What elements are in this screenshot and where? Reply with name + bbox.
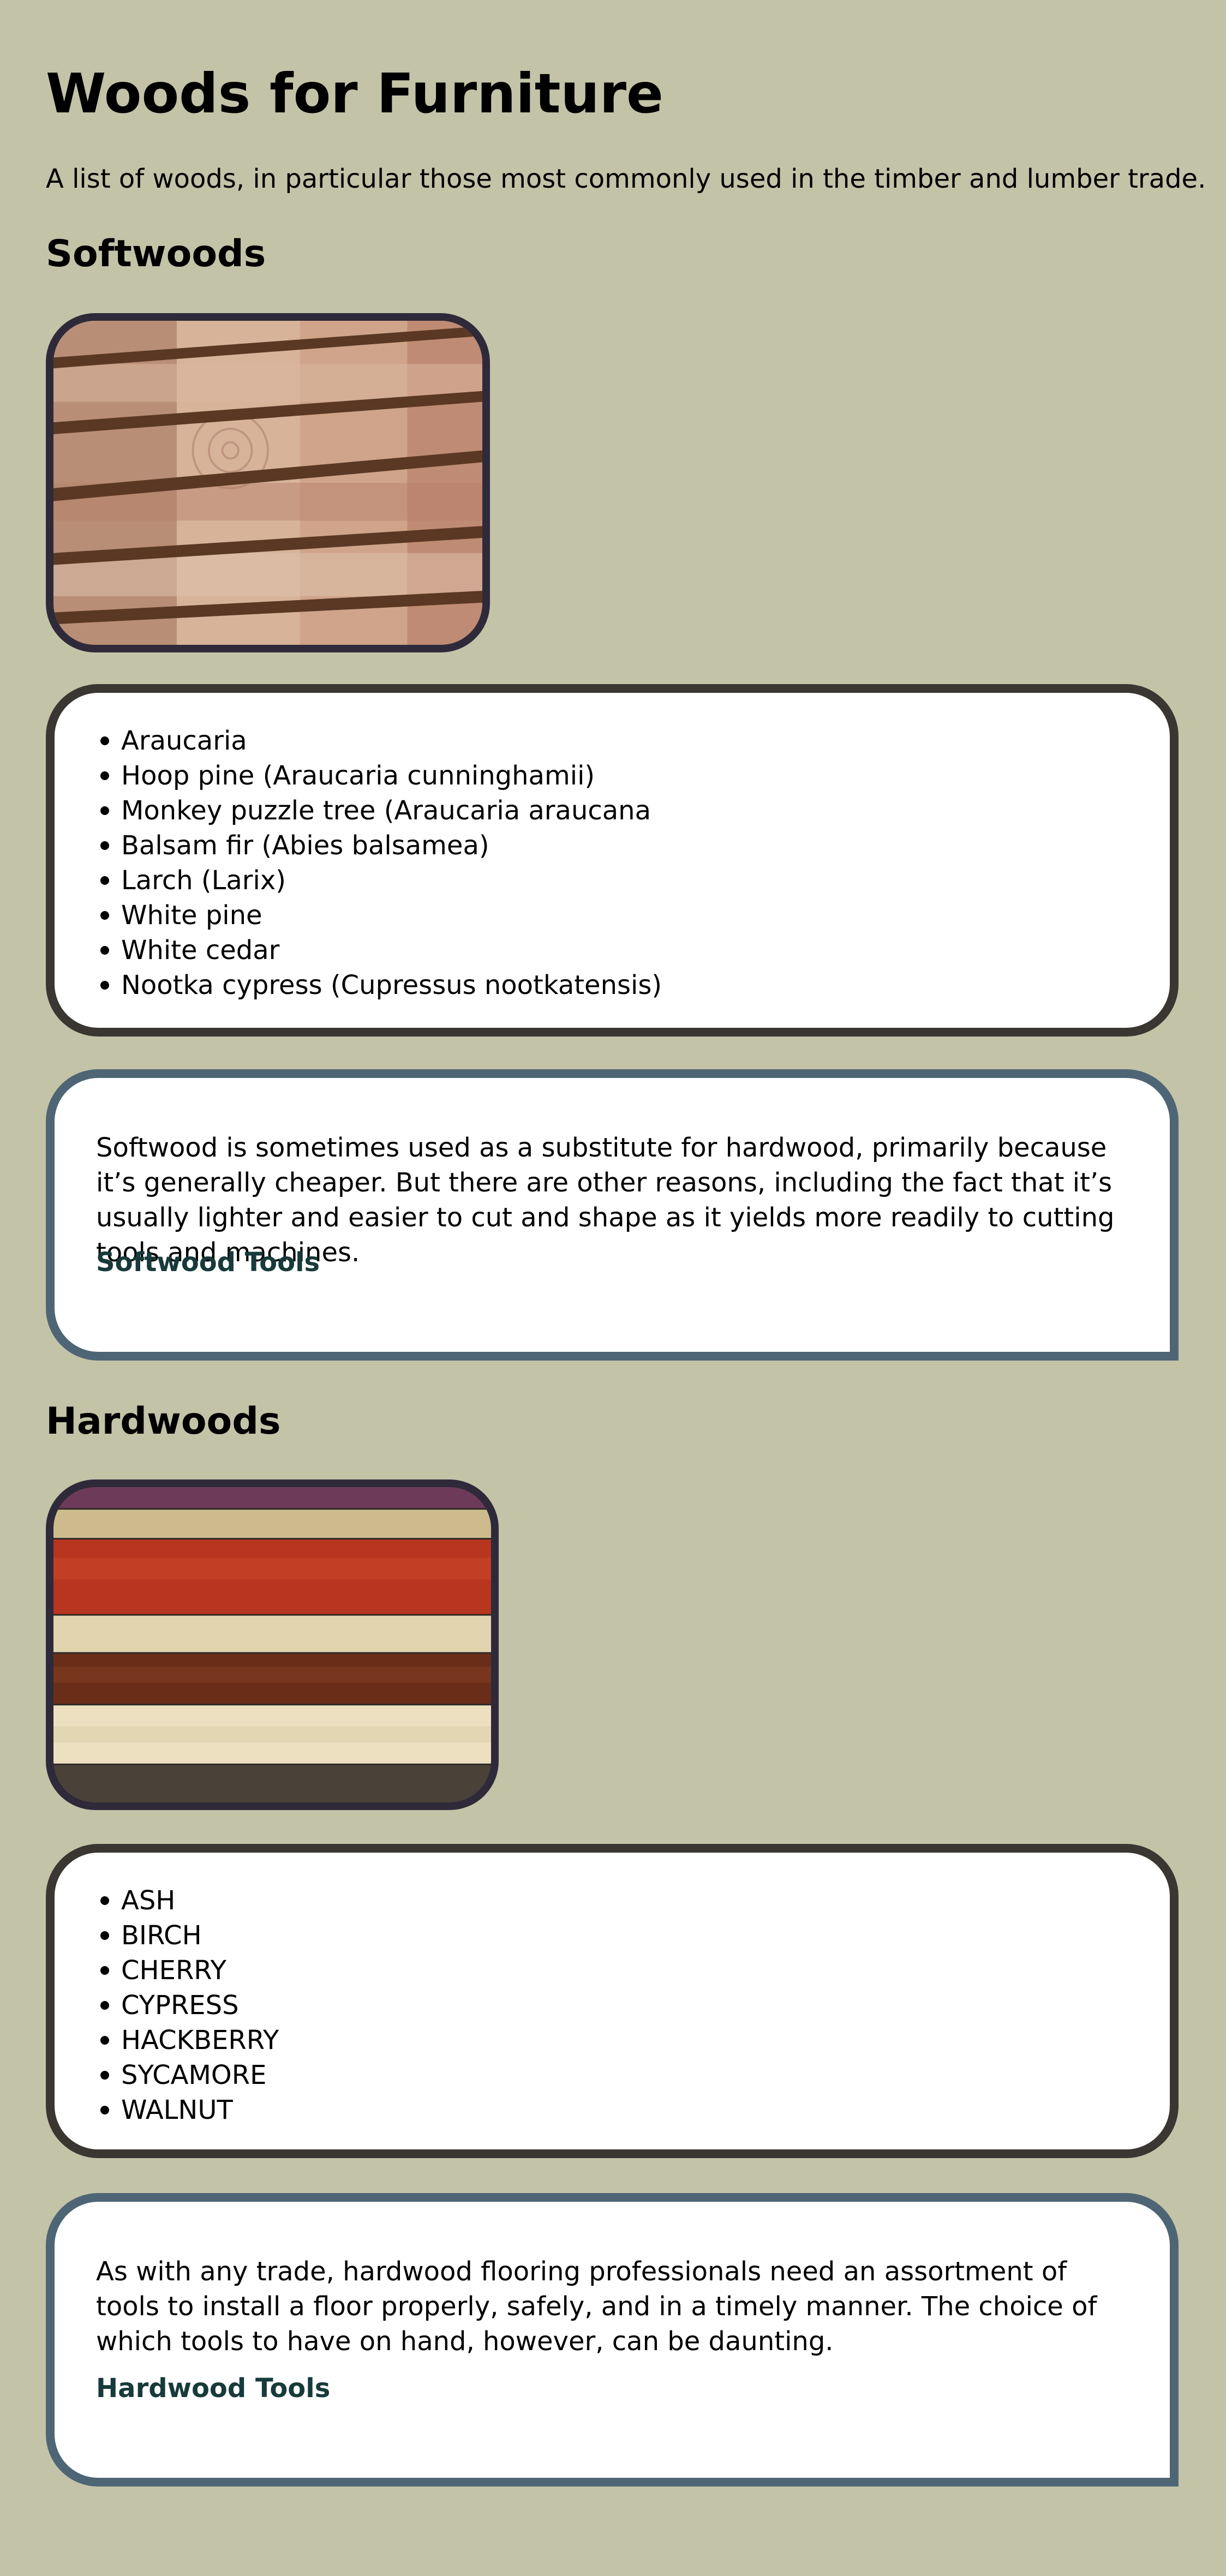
bullet-icon [100, 981, 109, 990]
list-item: CHERRY [96, 1953, 279, 1988]
list-item: Hoop pine (Araucaria cunninghamii) [96, 758, 662, 793]
softwoods-info-card: Softwood is sometimes used as a substitu… [46, 1069, 1179, 1361]
bullet-icon [100, 806, 109, 815]
bullet-icon [100, 2036, 109, 2045]
list-item: ASH [96, 1883, 279, 1918]
list-item: BIRCH [96, 1918, 279, 1953]
hardwoods-heading: Hardwoods [46, 1400, 281, 1443]
bullet-icon [100, 736, 109, 745]
hardwoods-list: ASH BIRCH CHERRY CYPRESS HACKBERRY SYCAM… [96, 1883, 279, 2128]
bullet-icon [100, 876, 109, 885]
list-item: Larch (Larix) [96, 863, 662, 898]
list-item: Araucaria [96, 723, 662, 758]
hardwoods-list-card: ASH BIRCH CHERRY CYPRESS HACKBERRY SYCAM… [46, 1844, 1179, 2158]
bullet-icon [100, 911, 109, 920]
list-item: White pine [96, 898, 662, 933]
softwood-tools-link[interactable]: Softwood Tools [96, 1245, 320, 1280]
bullet-icon [100, 841, 109, 850]
list-item: Nootka cypress (Cupressus nootkatensis) [96, 968, 662, 1003]
list-item: CYPRESS [96, 1988, 279, 2023]
softwoods-heading: Softwoods [46, 232, 266, 275]
bullet-icon [100, 1966, 109, 1975]
list-item: WALNUT [96, 2093, 279, 2128]
softwoods-list-card: Araucaria Hoop pine (Araucaria cunningha… [46, 684, 1179, 1037]
bullet-icon [100, 1931, 109, 1940]
page-title: Woods for Furniture [46, 62, 663, 125]
bullet-icon [100, 1896, 109, 1905]
hardwoods-description: As with any trade, hardwood flooring pro… [96, 2256, 1097, 2357]
list-item: HACKBERRY [96, 2023, 279, 2058]
list-item: Monkey puzzle tree (Araucaria araucana [96, 793, 662, 828]
bullet-icon [100, 946, 109, 955]
list-item: Balsam fir (Abies balsamea) [96, 828, 662, 863]
list-item: White cedar [96, 933, 662, 968]
hardwood-tools-link[interactable]: Hardwood Tools [96, 2371, 330, 2406]
page-intro: A list of woods, in particular those mos… [46, 164, 1206, 194]
hardwood-boards-picture [53, 1487, 491, 1802]
bullet-icon [100, 2071, 109, 2080]
softwoods-list: Araucaria Hoop pine (Araucaria cunningha… [96, 723, 662, 1003]
bullet-icon [100, 2106, 109, 2114]
hardwoods-info-card: As with any trade, hardwood flooring pro… [46, 2193, 1179, 2487]
bullet-icon [100, 2001, 109, 2010]
hardwoods-image [46, 1479, 499, 1810]
softwoods-image [46, 313, 490, 652]
bullet-icon [100, 771, 109, 780]
list-item: SYCAMORE [96, 2058, 279, 2093]
softwood-planks-picture [53, 321, 482, 645]
